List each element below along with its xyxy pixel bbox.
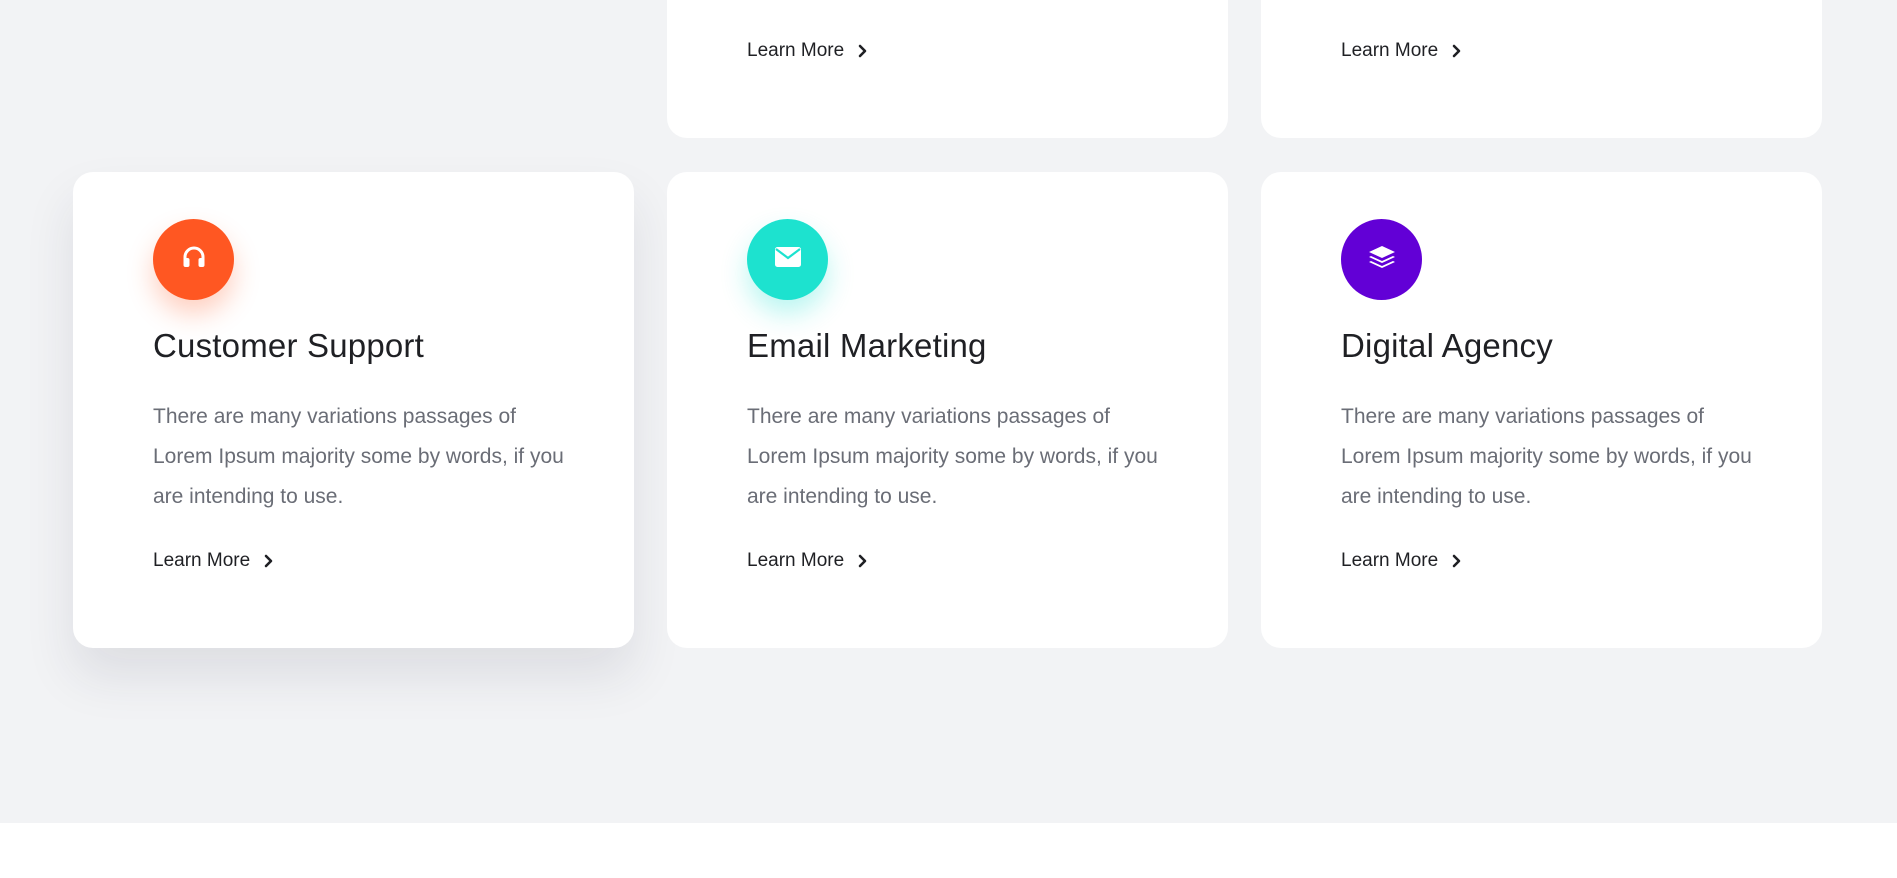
service-icon-badge: [1341, 219, 1422, 300]
card-title: Digital Agency: [1341, 327, 1553, 364]
layers-icon: [1367, 242, 1397, 277]
chevron-right-icon: [1452, 554, 1461, 568]
learn-more-label: Learn More: [1341, 40, 1439, 61]
chevron-right-icon: [858, 44, 867, 58]
chevron-right-icon: [264, 554, 273, 568]
learn-more-label: Learn More: [747, 550, 845, 571]
card-title: Email Marketing: [747, 327, 987, 364]
chevron-right-icon: [1452, 44, 1461, 58]
learn-more-label: Learn More: [1341, 550, 1439, 571]
learn-more-label: Learn More: [153, 550, 251, 571]
card-title: Customer Support: [153, 327, 424, 364]
service-icon-badge: [747, 219, 828, 300]
service-icon-badge: [153, 219, 234, 300]
service-card-top-2: Learn More: [667, 0, 1228, 138]
card-description: There are many variations passages of Lo…: [153, 405, 564, 508]
learn-more-link[interactable]: Learn More: [1341, 40, 1461, 62]
card-description: There are many variations passages of Lo…: [1341, 405, 1752, 508]
headphones-icon: [180, 243, 208, 276]
learn-more-link[interactable]: Learn More: [747, 550, 867, 572]
learn-more-link[interactable]: Learn More: [153, 550, 273, 572]
learn-more-label: Learn More: [747, 40, 845, 61]
service-card-customer-support: Customer Support There are many variatio…: [73, 172, 634, 648]
learn-more-link[interactable]: Learn More: [1341, 550, 1461, 572]
service-card-top-3: Learn More: [1261, 0, 1822, 138]
service-card-email-marketing: Email Marketing There are many variation…: [667, 172, 1228, 648]
card-description: There are many variations passages of Lo…: [747, 405, 1158, 508]
learn-more-link[interactable]: Learn More: [747, 40, 867, 62]
envelope-icon: [774, 246, 802, 273]
next-section-background: [0, 823, 1897, 878]
service-card-digital-agency: Digital Agency There are many variations…: [1261, 172, 1822, 648]
chevron-right-icon: [858, 554, 867, 568]
services-section: Learn More Learn More Customer Support T…: [0, 0, 1897, 823]
